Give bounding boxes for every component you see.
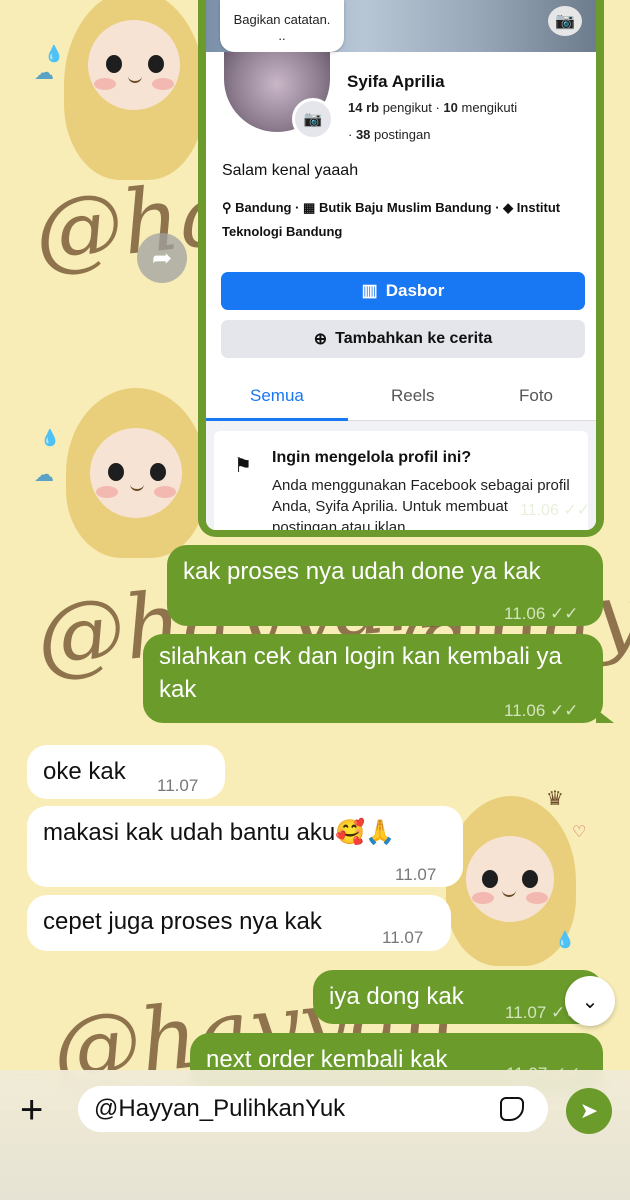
add-story-button[interactable]: ⊕ Tambahkan ke cerita [221, 320, 585, 358]
add-story-label: Tambahkan ke cerita [335, 330, 493, 347]
followers-count: 14 rb [348, 100, 380, 115]
location-text: Bandung [235, 200, 292, 215]
message-text: next order kembali kak [206, 1046, 448, 1073]
droplet-icon: 💧 [555, 932, 575, 949]
read-receipt-icon: ✓✓ [550, 604, 579, 623]
message-text: kak proses nya udah done ya kak [183, 558, 541, 585]
tab-reels[interactable]: Reels [391, 386, 434, 406]
crown-icon: ♛ [546, 788, 564, 810]
heart-icon: ♡ [572, 824, 587, 841]
message-composer: + @Hayyan_PulihkanYuk ➤ [0, 1070, 630, 1200]
message-input[interactable]: @Hayyan_PulihkanYuk [78, 1086, 548, 1132]
posts-stats: · 38 postingan [348, 127, 431, 142]
share-arrow-icon: ➦ [151, 244, 173, 272]
time-text: 11.07 [505, 1003, 547, 1022]
scroll-down-button[interactable]: ⌄ [565, 976, 615, 1026]
chevron-down-icon: ⌄ [581, 990, 599, 1013]
message-bubble-outgoing[interactable]: iya dong kak 11.07 ✓✓ [313, 970, 603, 1024]
message-bubble-outgoing[interactable]: kak proses nya udah done ya kak 11.06 ✓✓ [167, 545, 603, 626]
message-time: 11.06 ✓✓ [504, 597, 579, 630]
profile-stats: 14 rb pengikut · 10 mengikuti [348, 100, 518, 115]
profile-bio: Salam kenal yaaah [222, 162, 359, 179]
time-text: 11.06 [504, 701, 546, 720]
droplet-icon: 💧 [40, 430, 60, 447]
message-bubble-outgoing[interactable]: silahkan cek dan login kan kembali ya ka… [143, 634, 603, 723]
followers-label: pengikut [382, 100, 432, 115]
message-text: oke kak [43, 758, 126, 785]
time-text: 11.06 [504, 604, 546, 623]
message-text: cepet juga proses nya kak [43, 908, 322, 935]
location-icon: ⚲ [222, 200, 232, 215]
camera-icon: 📷 [548, 6, 582, 36]
plus-circle-icon: ⊕ [313, 331, 328, 348]
plus-icon[interactable]: + [20, 1090, 43, 1130]
send-button[interactable]: ➤ [566, 1088, 612, 1134]
chart-icon: ▥ [361, 281, 378, 300]
message-bubble-incoming[interactable]: makasi kak udah bantu aku🥰🙏 11.07 [27, 806, 463, 887]
following-label: mengikuti [461, 100, 518, 115]
message-bubble-incoming[interactable]: oke kak 11.07 [27, 745, 225, 799]
time-text: 11.06 [520, 502, 559, 519]
message-time: 11.07 [382, 928, 424, 947]
wallpaper-character [58, 388, 208, 558]
profile-tabs: Semua Reels Foto [206, 372, 596, 421]
message-bubble-incoming[interactable]: cepet juga proses nya kak 11.07 [27, 895, 451, 951]
cloud-icon: ☁ [34, 62, 54, 84]
note-card: Bagikan catatan. .. [220, 0, 344, 52]
posts-count: 38 [355, 127, 371, 142]
work-text: Butik Baju Muslim Bandung [318, 200, 492, 215]
tab-foto[interactable]: Foto [519, 386, 553, 406]
manage-title: Ingin mengelola profil ini? [272, 449, 472, 466]
profile-details: ⚲ Bandung · ▦ Butik Baju Muslim Bandung … [222, 200, 561, 239]
message-time: 11.06 ✓✓ [504, 694, 579, 727]
message-time: 11.06 ✓✓ [520, 500, 590, 520]
forwarded-screenshot[interactable]: 📷 Bagikan catatan. .. 📷 Syifa Aprilia 14… [206, 0, 596, 530]
bubble-tail [596, 709, 614, 723]
tab-semua[interactable]: Semua [250, 386, 304, 406]
message-text: iya dong kak [329, 983, 464, 1010]
following-count: 10 [443, 100, 458, 115]
work-icon: ▦ [303, 200, 316, 215]
education-icon: ◆ [503, 200, 514, 215]
message-time: 11.07 [157, 776, 199, 795]
profile-name: Syifa Aprilia [347, 72, 445, 91]
cloud-icon: ☁ [34, 464, 54, 486]
posts-label: postingan [374, 127, 431, 142]
dashboard-button[interactable]: ▥ Dasbor [221, 272, 585, 310]
message-text: makasi kak udah bantu aku🥰🙏 [43, 819, 395, 846]
forward-button[interactable]: ➦ [137, 233, 187, 283]
message-time: 11.07 [395, 865, 437, 884]
send-icon: ➤ [579, 1098, 599, 1123]
flag-icon: ⚑ [234, 455, 252, 477]
read-receipt-icon: ✓✓ [550, 701, 579, 720]
read-receipt-icon: ✓✓ [563, 502, 591, 519]
dashboard-label: Dasbor [385, 281, 445, 300]
camera-icon: 📷 [292, 98, 334, 140]
